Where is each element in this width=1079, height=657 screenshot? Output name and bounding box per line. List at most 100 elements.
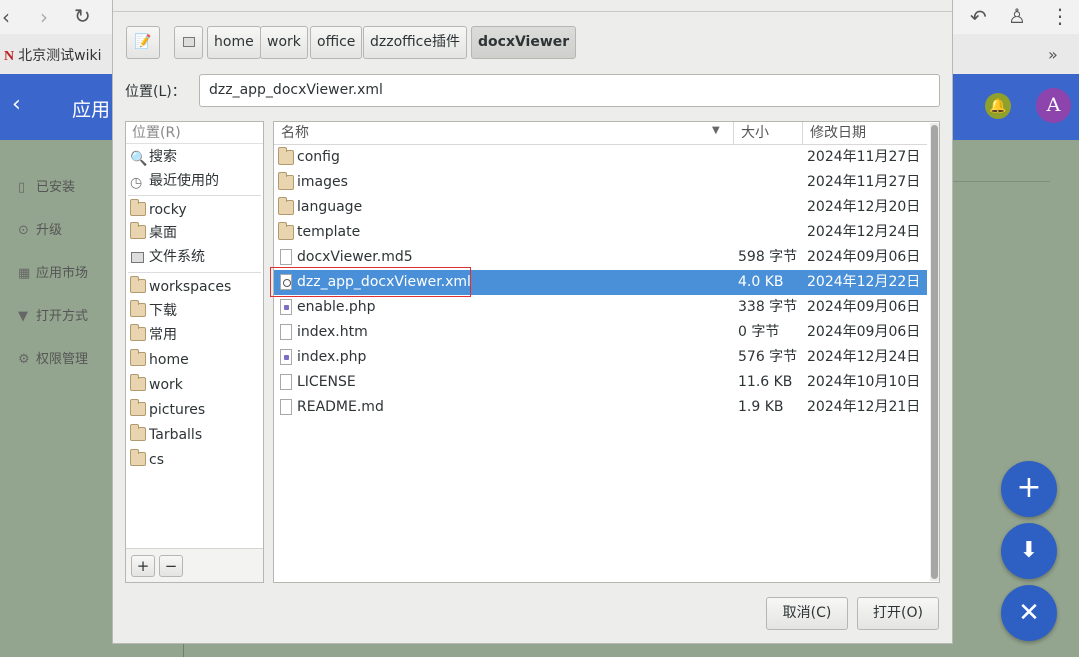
selection-highlight-box [270,267,471,297]
place-pictures[interactable]: pictures [130,399,205,421]
place-label: home [149,352,189,368]
place-label: 下载 [149,303,177,319]
sidebar-item-label: 已安装 [36,180,76,195]
folder-icon [278,197,294,215]
file-row[interactable]: language 2024年12月20日 [274,195,927,220]
file-date: 2024年12月21日 [807,399,921,415]
crumb-office[interactable]: office [310,26,363,59]
undo-icon[interactable]: ↶ [970,7,987,27]
file-row[interactable]: config 2024年11月27日 [274,145,927,170]
bookmark-item[interactable]: N 北京测试wiki [4,45,101,65]
reload-icon[interactable]: ↻ [74,6,91,26]
place-search[interactable]: 🔍 搜索 [130,146,177,168]
sidebar-item-installed[interactable]: ▯ 已安装 [18,176,75,195]
file-date: 2024年10月10日 [807,374,921,390]
account-icon[interactable]: ♙ [1008,6,1026,26]
folder-icon [130,424,146,441]
text-file-icon [280,399,292,415]
file-row[interactable]: template 2024年12月24日 [274,220,927,245]
crumb-root[interactable] [174,26,203,59]
file-row[interactable]: index.php 576 字节 2024年12月24日 [274,345,927,370]
place-work[interactable]: work [130,374,183,396]
folder-icon [130,449,146,466]
file-date: 2024年12月24日 [807,349,921,365]
forward-arrow-icon[interactable]: › [40,7,48,27]
folder-icon [130,349,146,366]
place-label: 搜索 [149,149,177,165]
file-date: 2024年12月20日 [807,199,921,215]
place-label: 常用 [149,327,177,343]
add-fab-button[interactable]: + [1001,461,1057,517]
menu-icon[interactable]: ⋮ [1050,6,1070,26]
gear-icon: ⚙ [18,352,30,367]
file-date: 2024年12月24日 [807,224,921,240]
file-size: 0 字节 [738,324,780,340]
place-downloads[interactable]: 下载 [130,300,177,322]
place-label: 桌面 [149,225,177,241]
remove-place-button[interactable]: − [159,555,183,577]
sidebar-item-upgrade[interactable]: ⊙ 升级 [18,219,62,238]
file-list-scroll-thumb[interactable] [931,125,938,579]
text-file-icon [280,324,292,340]
column-name[interactable]: 名称 [274,122,733,144]
place-rocky[interactable]: rocky [130,199,187,221]
file-list-header: 名称 ▼ 大小 修改日期 [274,122,927,145]
dialog-titlebar-edge [113,11,952,12]
text-file-icon [280,374,292,390]
place-tarballs[interactable]: Tarballs [130,424,202,446]
folder-icon [278,147,294,165]
file-row[interactable]: index.htm 0 字节 2024年09月06日 [274,320,927,345]
open-button[interactable]: 打开(O) [857,597,939,630]
place-home[interactable]: home [130,349,189,371]
crumb-dzzoffice-plugin[interactable]: dzzoffice插件 [363,26,467,59]
place-cs[interactable]: cs [130,449,164,471]
sidebar-item-market[interactable]: ▦ 应用市场 [18,262,88,281]
pane-splitter[interactable] [268,121,272,583]
file-size: 338 字节 [738,299,798,315]
place-desktop[interactable]: 桌面 [130,222,177,244]
file-list: 名称 ▼ 大小 修改日期 config 2024年11月27日 images 202… [273,121,940,583]
bell-icon[interactable]: 🔔 [985,93,1011,119]
column-size[interactable]: 大小 [733,122,802,144]
file-name: language [297,199,363,215]
folder-icon [130,324,146,341]
home-folder-icon [130,199,146,216]
file-row[interactable]: README.md 1.9 KB 2024年12月21日 [274,395,927,420]
file-name: index.htm [297,324,368,340]
plus-icon: + [1016,470,1042,505]
place-label: Tarballs [149,427,203,443]
crumb-work[interactable]: work [260,26,308,59]
cancel-button[interactable]: 取消(C) [766,597,848,630]
column-modified[interactable]: 修改日期 [802,122,927,144]
place-workspaces[interactable]: workspaces [130,276,231,298]
sidebar-item-label: 升级 [36,223,63,238]
sidebar-item-permissions[interactable]: ⚙ 权限管理 [18,348,88,367]
sidebar-item-label: 权限管理 [36,352,89,367]
file-size: 576 字节 [738,349,798,365]
location-input[interactable]: dzz_app_docxViewer.xml [199,74,940,107]
file-date: 2024年09月06日 [807,299,921,315]
sidebar-item-open-with[interactable]: ▼ 打开方式 [18,305,88,324]
chevron-left-icon[interactable]: ‹ [12,92,21,117]
crumb-docxviewer[interactable]: docxViewer [471,26,577,59]
crumb-home[interactable]: home [207,26,261,59]
close-fab-button[interactable]: ✕ [1001,585,1057,641]
place-common[interactable]: 常用 [130,324,177,346]
bookmark-logo-icon: N [4,49,15,64]
desktop-folder-icon [130,222,146,239]
download-fab-button[interactable]: ⬇ [1001,523,1057,579]
file-row[interactable]: images 2024年11月27日 [274,170,927,195]
bookmarks-more[interactable]: » [1048,45,1058,65]
file-row[interactable]: LICENSE 11.6 KB 2024年10月10日 [274,370,927,395]
place-recent[interactable]: ◷ 最近使用的 [130,170,219,192]
upgrade-icon: ⊙ [18,223,29,238]
edit-icon: 📝 [134,34,152,50]
avatar[interactable]: A [1036,88,1071,123]
type-location-button[interactable]: 📝 [126,26,160,59]
file-date: 2024年09月06日 [807,249,921,265]
place-filesystem[interactable]: 文件系统 [130,246,205,268]
file-name: enable.php [297,299,376,315]
file-row[interactable]: enable.php 338 字节 2024年09月06日 [274,295,927,320]
back-arrow-icon[interactable]: ‹ [2,7,10,27]
add-place-button[interactable]: + [131,555,155,577]
